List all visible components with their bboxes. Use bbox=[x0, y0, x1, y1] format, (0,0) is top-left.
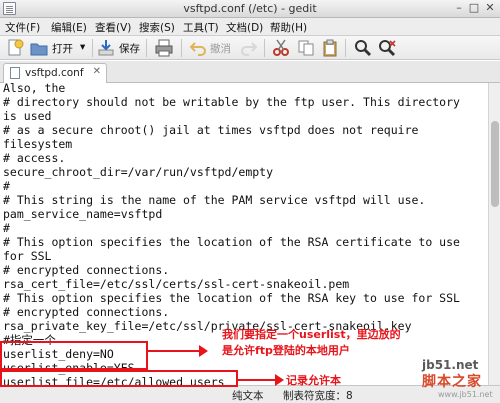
code-line: # This string is the name of the PAM ser… bbox=[3, 193, 426, 207]
minimize-button[interactable]: – bbox=[452, 1, 466, 14]
code-line: is used bbox=[3, 109, 52, 123]
scrollbar-thumb[interactable] bbox=[491, 121, 499, 207]
code-line: # bbox=[3, 221, 10, 235]
maximize-button[interactable]: □ bbox=[467, 1, 481, 14]
tab-vsftpd-conf[interactable]: vsftpd.conf ✕ bbox=[3, 63, 107, 83]
menu-help[interactable]: 帮助(H) bbox=[270, 20, 307, 35]
undo-button[interactable]: 撤消 bbox=[210, 41, 231, 56]
code-line: Also, the bbox=[3, 83, 66, 95]
menu-bar: 文件(F) 编辑(E) 查看(V) 搜索(S) 工具(T) 文档(D) 帮助(H… bbox=[0, 18, 500, 36]
code-line: secure_chroot_dir=/var/run/vsftpd/empty bbox=[3, 165, 274, 179]
code-line: # access. bbox=[3, 151, 66, 165]
annotation-highlight-box bbox=[0, 370, 238, 387]
annotation-note-line2: 是允许ftp登陆的本地用户 bbox=[222, 344, 350, 357]
menu-search[interactable]: 搜索(S) bbox=[139, 20, 175, 35]
undo-icon[interactable] bbox=[189, 39, 207, 57]
redo-icon[interactable] bbox=[240, 39, 258, 57]
document-icon bbox=[10, 67, 20, 79]
code-line: # This option specifies the location of … bbox=[3, 291, 460, 305]
code-line: filesystem bbox=[3, 137, 73, 151]
annotation-note-line1: 我们要指定一个userlist，里边放的 bbox=[222, 328, 401, 341]
code-line: # bbox=[3, 179, 10, 193]
open-folder-icon[interactable] bbox=[30, 39, 48, 57]
tab-close-icon[interactable]: ✕ bbox=[93, 66, 101, 77]
watermark-site: jb51.net bbox=[422, 358, 479, 372]
menu-tools[interactable]: 工具(T) bbox=[183, 20, 219, 35]
annotation-arrow bbox=[238, 374, 284, 386]
menu-file[interactable]: 文件(F) bbox=[5, 20, 40, 35]
new-document-icon[interactable] bbox=[6, 39, 24, 57]
toolbar-separator bbox=[181, 39, 182, 57]
toolbar-separator bbox=[146, 39, 147, 57]
watermark-url: www.jb51.net bbox=[438, 390, 493, 399]
cut-scissors-icon[interactable] bbox=[272, 39, 290, 57]
annotation-arrow bbox=[148, 345, 208, 357]
code-line: # directory should not be writable by th… bbox=[3, 95, 460, 109]
menu-view[interactable]: 查看(V) bbox=[95, 20, 131, 35]
open-dropdown-arrow-icon[interactable]: ▾ bbox=[80, 41, 85, 53]
copy-icon[interactable] bbox=[297, 39, 315, 57]
toolbar-separator bbox=[345, 39, 346, 57]
save-button[interactable]: 保存 bbox=[119, 41, 140, 56]
annotation-note-file: 记录允许本 bbox=[286, 374, 341, 387]
find-replace-icon[interactable] bbox=[378, 39, 396, 57]
print-icon[interactable] bbox=[155, 39, 173, 57]
save-arrow-icon[interactable] bbox=[97, 39, 115, 57]
menu-documents[interactable]: 文档(D) bbox=[226, 20, 263, 35]
code-line: # encrypted connections. bbox=[3, 305, 170, 319]
tab-width-selector[interactable]: 制表符宽度：8 bbox=[283, 388, 353, 403]
toolbar: 打开 ▾ 保存 撤消 bbox=[0, 36, 500, 60]
code-line: # encrypted connections. bbox=[3, 263, 170, 277]
code-line: rsa_cert_file=/etc/ssl/certs/ssl-cert-sn… bbox=[3, 277, 350, 291]
code-line: for SSL bbox=[3, 249, 52, 263]
vertical-scrollbar[interactable] bbox=[488, 83, 500, 385]
toolbar-separator bbox=[92, 39, 93, 57]
language-selector[interactable]: 纯文本 bbox=[232, 388, 264, 403]
title-bar: vsftpd.conf (/etc) - gedit – □ ✕ bbox=[0, 0, 500, 18]
annotation-highlight-box bbox=[0, 341, 148, 370]
toolbar-separator bbox=[264, 39, 265, 57]
tab-label: vsftpd.conf bbox=[25, 67, 84, 79]
open-button[interactable]: 打开 bbox=[52, 41, 73, 56]
find-magnifier-icon[interactable] bbox=[354, 39, 372, 57]
code-line: # This option specifies the location of … bbox=[3, 235, 460, 249]
close-window-button[interactable]: ✕ bbox=[483, 1, 497, 14]
paste-clipboard-icon[interactable] bbox=[321, 39, 339, 57]
code-line: pam_service_name=vsftpd bbox=[3, 207, 163, 221]
code-line: # as a secure chroot() jail at times vsf… bbox=[3, 123, 419, 137]
watermark-logo-text: 脚本之家 bbox=[422, 374, 482, 390]
window-title: vsftpd.conf (/etc) - gedit bbox=[183, 2, 317, 15]
document-tab-strip: vsftpd.conf ✕ bbox=[0, 61, 500, 83]
menu-edit[interactable]: 编辑(E) bbox=[51, 20, 87, 35]
